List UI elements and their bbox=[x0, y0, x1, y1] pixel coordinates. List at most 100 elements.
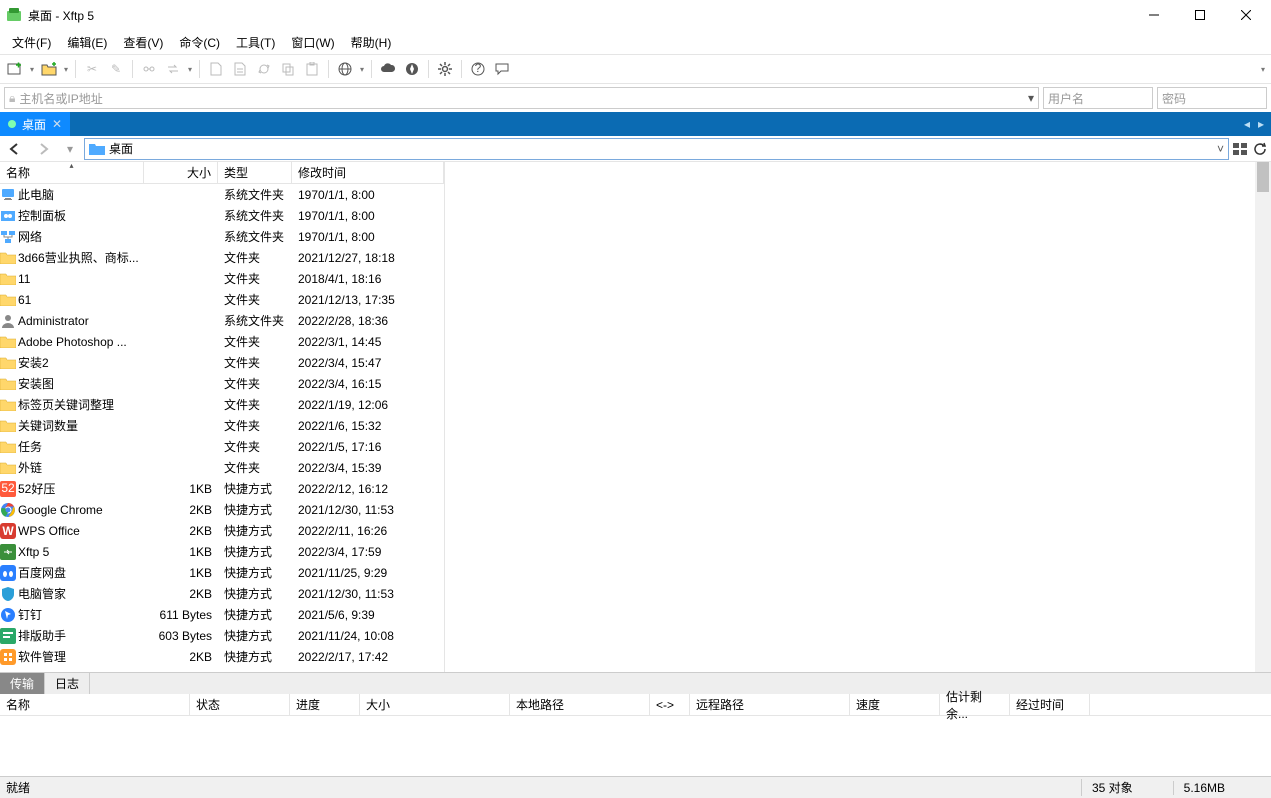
file-row[interactable]: 标签页关键词整理文件夹2022/1/19, 12:06 bbox=[0, 394, 444, 415]
globe-icon[interactable] bbox=[334, 58, 356, 80]
tcol-local[interactable]: 本地路径 bbox=[510, 694, 650, 715]
file-row[interactable]: WWPS Office2KB快捷方式2022/2/11, 16:26 bbox=[0, 520, 444, 541]
up-history-dropdown[interactable]: ▾ bbox=[58, 138, 82, 160]
path-dropdown[interactable]: ˅ bbox=[1217, 142, 1224, 156]
menu-help[interactable]: 帮助(H) bbox=[343, 32, 400, 53]
tcol-size[interactable]: 大小 bbox=[360, 694, 510, 715]
session-tab[interactable]: 桌面 ✕ bbox=[0, 112, 70, 136]
col-size[interactable]: 大小 bbox=[144, 162, 218, 183]
col-type[interactable]: 类型 bbox=[218, 162, 292, 183]
host-input[interactable]: 🔒︎ 主机名或IP地址 ▾ bbox=[4, 87, 1039, 109]
file-row[interactable]: 安装2文件夹2022/3/4, 15:47 bbox=[0, 352, 444, 373]
forward-button[interactable] bbox=[30, 138, 56, 160]
paste-icon[interactable] bbox=[301, 58, 323, 80]
scrollbar[interactable] bbox=[1255, 162, 1271, 672]
file-row[interactable]: 任务文件夹2022/1/5, 17:16 bbox=[0, 436, 444, 457]
maximize-button[interactable] bbox=[1177, 0, 1223, 30]
file-mtime: 2018/4/1, 18:16 bbox=[292, 272, 444, 286]
file-type: 快捷方式 bbox=[218, 606, 292, 623]
cut-icon[interactable]: ✂ bbox=[81, 58, 103, 80]
file-row[interactable]: 安装图文件夹2022/3/4, 16:15 bbox=[0, 373, 444, 394]
connect-icon[interactable] bbox=[138, 58, 160, 80]
col-mtime[interactable]: 修改时间 bbox=[292, 162, 444, 183]
menu-command[interactable]: 命令(C) bbox=[171, 32, 228, 53]
file-row[interactable]: 网络系统文件夹1970/1/1, 8:00 bbox=[0, 226, 444, 247]
menu-edit[interactable]: 编辑(E) bbox=[59, 32, 115, 53]
settings-icon[interactable] bbox=[434, 58, 456, 80]
folder-icon bbox=[0, 250, 16, 266]
file-size: 611 Bytes bbox=[144, 608, 218, 622]
file-row[interactable]: Administrator系统文件夹2022/2/28, 18:36 bbox=[0, 310, 444, 331]
path-input[interactable]: 桌面 ˅ bbox=[84, 138, 1229, 160]
folder-icon bbox=[0, 355, 16, 371]
toolbar-overflow[interactable]: ▾ bbox=[1259, 65, 1267, 74]
file-name: 安装2 bbox=[18, 354, 49, 371]
column-headers: 名称▴ 大小 类型 修改时间 bbox=[0, 162, 444, 184]
username-input[interactable]: 用户名 bbox=[1043, 87, 1153, 109]
file-mtime: 2021/11/24, 10:08 bbox=[292, 629, 444, 643]
brush-icon[interactable]: ✎ bbox=[105, 58, 127, 80]
new-session-icon[interactable] bbox=[4, 58, 26, 80]
tcol-status[interactable]: 状态 bbox=[190, 694, 290, 715]
tcol-remote[interactable]: 远程路径 bbox=[690, 694, 850, 715]
file-row[interactable]: 此电脑系统文件夹1970/1/1, 8:00 bbox=[0, 184, 444, 205]
file-row[interactable]: 软件管理2KB快捷方式2022/2/17, 17:42 bbox=[0, 646, 444, 667]
folder-icon bbox=[0, 439, 16, 455]
minimize-button[interactable] bbox=[1131, 0, 1177, 30]
file-row[interactable]: Xftp 51KB快捷方式2022/3/4, 17:59 bbox=[0, 541, 444, 562]
new-file-icon[interactable] bbox=[205, 58, 227, 80]
file-row[interactable]: 5252好压1KB快捷方式2022/2/12, 16:12 bbox=[0, 478, 444, 499]
open-session-icon[interactable] bbox=[38, 58, 60, 80]
tcol-name[interactable]: 名称 bbox=[0, 694, 190, 715]
file-row[interactable]: Google Chrome2KB快捷方式2021/12/30, 11:53 bbox=[0, 499, 444, 520]
tcol-speed[interactable]: 速度 bbox=[850, 694, 940, 715]
help-icon[interactable]: ? bbox=[467, 58, 489, 80]
close-button[interactable] bbox=[1223, 0, 1269, 30]
file-row[interactable]: 3d66营业执照、商标...文件夹2021/12/27, 18:18 bbox=[0, 247, 444, 268]
file-row[interactable]: 61文件夹2021/12/13, 17:35 bbox=[0, 289, 444, 310]
tcol-progress[interactable]: 进度 bbox=[290, 694, 360, 715]
tab-next[interactable]: ▸ bbox=[1255, 117, 1267, 131]
open-session-dropdown[interactable]: ▾ bbox=[62, 65, 70, 74]
window-controls bbox=[1131, 0, 1269, 30]
views-icon[interactable] bbox=[1231, 138, 1249, 160]
file-row[interactable]: 关键词数量文件夹2022/1/6, 15:32 bbox=[0, 415, 444, 436]
tab-log[interactable]: 日志 bbox=[45, 673, 90, 694]
cloud-icon[interactable] bbox=[377, 58, 399, 80]
tcol-arrow[interactable]: <-> bbox=[650, 694, 690, 715]
password-input[interactable]: 密码 bbox=[1157, 87, 1267, 109]
globe-dropdown[interactable]: ▾ bbox=[358, 65, 366, 74]
tab-transfer[interactable]: 传输 bbox=[0, 673, 45, 694]
menu-tools[interactable]: 工具(T) bbox=[228, 32, 283, 53]
file-row[interactable]: 电脑管家2KB快捷方式2021/12/30, 11:53 bbox=[0, 583, 444, 604]
col-name[interactable]: 名称▴ bbox=[0, 162, 144, 183]
new-session-dropdown[interactable]: ▾ bbox=[28, 65, 36, 74]
file-row[interactable]: 控制面板系统文件夹1970/1/1, 8:00 bbox=[0, 205, 444, 226]
file-row[interactable]: 钉钉611 Bytes快捷方式2021/5/6, 9:39 bbox=[0, 604, 444, 625]
close-icon[interactable]: ✕ bbox=[52, 117, 62, 131]
tcol-remain[interactable]: 估计剩余... bbox=[940, 694, 1010, 715]
file-rows[interactable]: 此电脑系统文件夹1970/1/1, 8:00控制面板系统文件夹1970/1/1,… bbox=[0, 184, 444, 672]
sync-icon[interactable] bbox=[253, 58, 275, 80]
menu-view[interactable]: 查看(V) bbox=[115, 32, 171, 53]
refresh-icon[interactable] bbox=[1251, 138, 1269, 160]
menu-window[interactable]: 窗口(W) bbox=[283, 32, 342, 53]
host-dropdown[interactable]: ▾ bbox=[1028, 91, 1034, 105]
app-icon bbox=[6, 7, 22, 23]
file-row[interactable]: 外链文件夹2022/3/4, 15:39 bbox=[0, 457, 444, 478]
tcol-elapsed[interactable]: 经过时间 bbox=[1010, 694, 1090, 715]
file-row[interactable]: Adobe Photoshop ...文件夹2022/3/1, 14:45 bbox=[0, 331, 444, 352]
transfer-icon[interactable] bbox=[162, 58, 184, 80]
compass-icon[interactable] bbox=[401, 58, 423, 80]
file-row[interactable]: 百度网盘1KB快捷方式2021/11/25, 9:29 bbox=[0, 562, 444, 583]
edit-file-icon[interactable] bbox=[229, 58, 251, 80]
copy-icon[interactable] bbox=[277, 58, 299, 80]
tab-prev[interactable]: ◂ bbox=[1241, 117, 1253, 131]
file-row[interactable]: 11文件夹2018/4/1, 18:16 bbox=[0, 268, 444, 289]
menu-file[interactable]: 文件(F) bbox=[4, 32, 59, 53]
transfer-dropdown[interactable]: ▾ bbox=[186, 65, 194, 74]
file-mtime: 2022/3/4, 15:47 bbox=[292, 356, 444, 370]
chat-icon[interactable] bbox=[491, 58, 513, 80]
file-row[interactable]: 排版助手603 Bytes快捷方式2021/11/24, 10:08 bbox=[0, 625, 444, 646]
back-button[interactable] bbox=[2, 138, 28, 160]
